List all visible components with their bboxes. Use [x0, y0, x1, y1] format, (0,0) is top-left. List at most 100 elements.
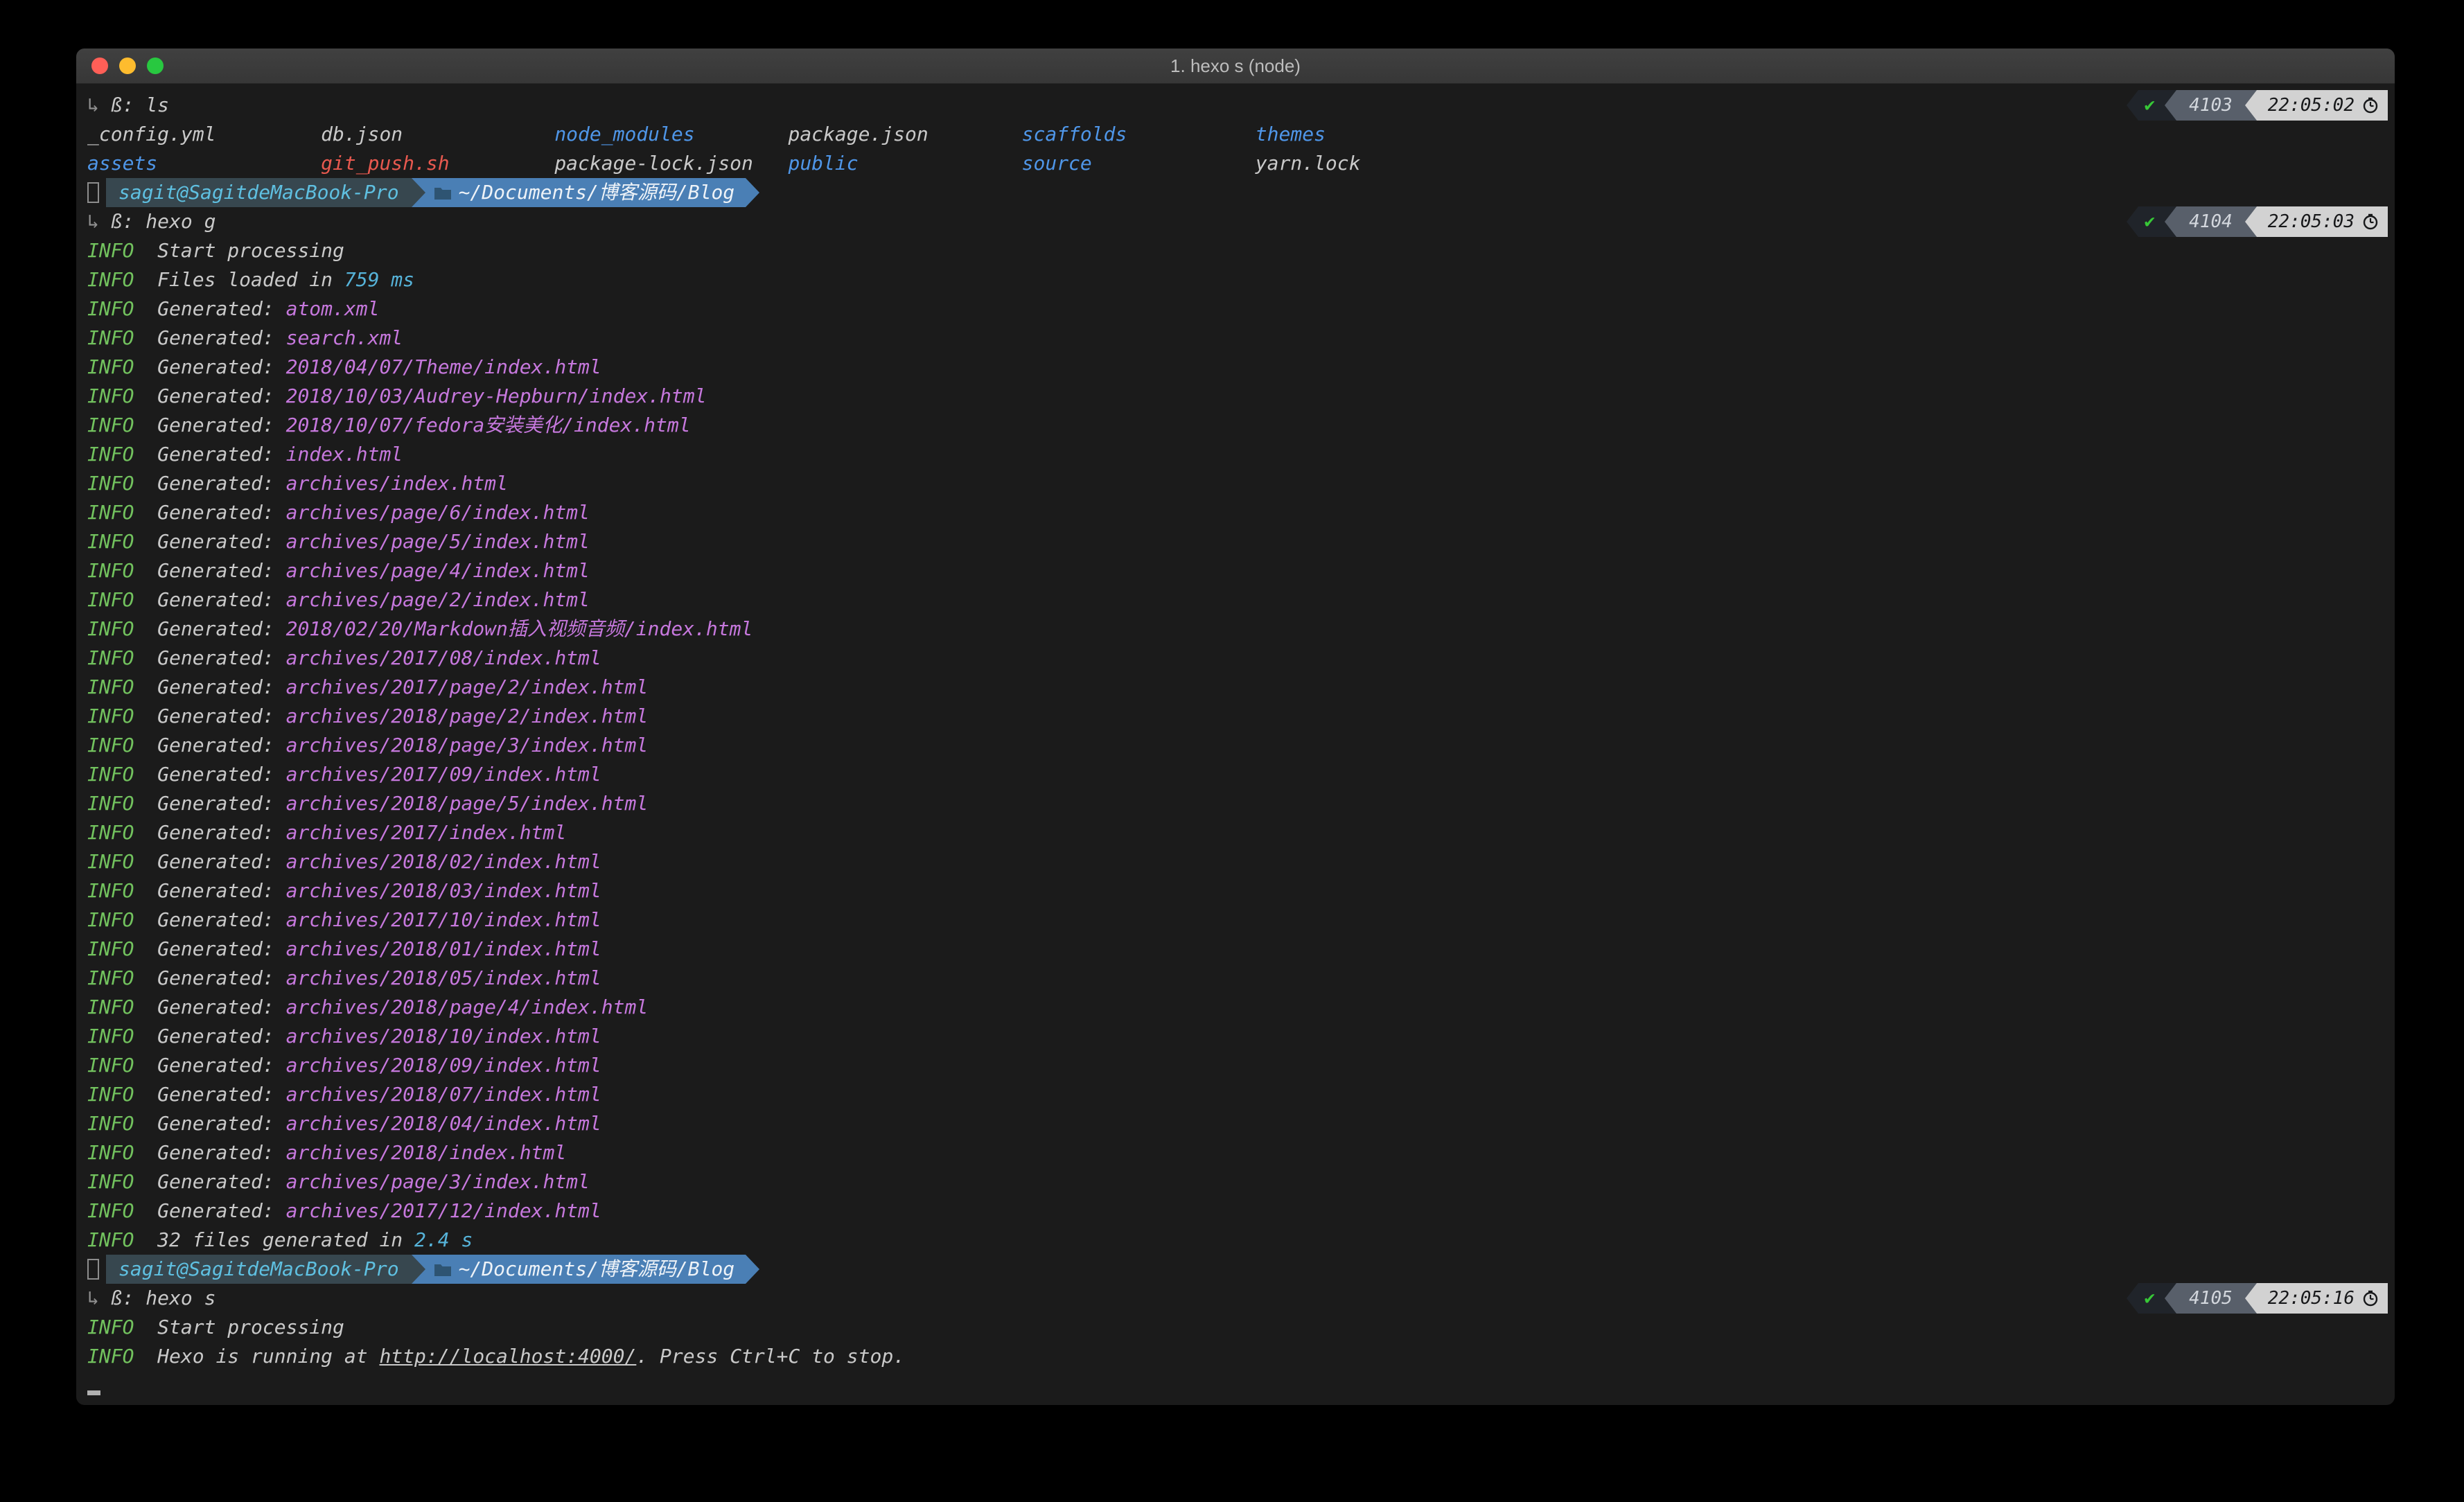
timestamp: 22:05:02 — [2257, 90, 2388, 121]
terminal-text: 2018/10/07/fedora安装美化/index.html — [286, 414, 691, 436]
terminal-text: INFO — [87, 792, 134, 815]
terminal-text: INFO — [87, 734, 134, 757]
terminal-line: INFO Generated: archives/2018/page/5/ind… — [87, 789, 2395, 818]
command-status-badge: ✔410422:05:03 — [2127, 206, 2388, 237]
terminal-text: INFO — [87, 646, 134, 669]
terminal-line: INFO Generated: archives/2017/10/index.h… — [87, 905, 2395, 935]
status-check-segment: ✔ — [2138, 90, 2165, 121]
terminal-text: INFO — [87, 1345, 134, 1368]
terminal-text: . Press Ctrl+C to stop. — [636, 1345, 905, 1368]
terminal-line: INFO Generated: archives/2018/03/index.h… — [87, 876, 2395, 905]
terminal-text: hexo g — [146, 210, 215, 233]
terminal-text: Generated: — [134, 501, 285, 524]
terminal-line: INFO Generated: archives/page/3/index.ht… — [87, 1167, 2395, 1196]
terminal-text: ↳ — [87, 1287, 111, 1309]
terminal-text: Generated: — [134, 1054, 285, 1077]
terminal-line: INFO Hexo is running at http://localhost… — [87, 1342, 2395, 1371]
prompt-user-segment: sagit@SagitdeMacBook-Pro — [106, 178, 412, 207]
terminal-screen[interactable]: ↳ ß: ls✔410322:05:02_config.yml db.json … — [76, 84, 2395, 1400]
status-check-segment: ✔ — [2138, 206, 2165, 237]
terminal-cursor — [87, 1390, 100, 1395]
terminal-text: INFO — [87, 617, 134, 640]
timestamp-text: 22:05:02 — [2268, 91, 2355, 120]
terminal-text: INFO — [87, 908, 134, 931]
terminal-text: INFO — [87, 1316, 134, 1338]
history-number: 4103 — [2176, 90, 2245, 121]
terminal-text: archives/2018/index.html — [286, 1141, 567, 1164]
terminal-text: package.json — [788, 123, 1021, 145]
terminal-text: INFO — [87, 879, 134, 902]
terminal-line: INFO Generated: archives/2018/10/index.h… — [87, 1022, 2395, 1051]
terminal-text: archives/2018/05/index.html — [286, 966, 601, 989]
terminal-text: INFO — [87, 559, 134, 582]
terminal-text: INFO — [87, 1228, 134, 1251]
localhost-link[interactable]: http://localhost:4000/ — [379, 1345, 636, 1368]
terminal-line: INFO Generated: 2018/10/07/fedora安装美化/in… — [87, 411, 2395, 440]
terminal-line: INFO Generated: archives/2017/index.html — [87, 818, 2395, 847]
powerline-arrow-icon — [2127, 1283, 2138, 1314]
terminal-text: Generated: — [134, 1083, 285, 1106]
terminal-text: scaffolds — [1022, 123, 1256, 145]
terminal-text: Generated: — [134, 588, 285, 611]
title-bar[interactable]: 1. hexo s (node) — [76, 48, 2395, 84]
terminal-text: Generated: — [134, 1141, 285, 1164]
terminal-text: archives/2017/10/index.html — [286, 908, 601, 931]
terminal-text: Generated: — [134, 937, 285, 960]
terminal-line: INFO Generated: archives/2017/08/index.h… — [87, 644, 2395, 673]
terminal-text: INFO — [87, 966, 134, 989]
timestamp-text: 22:05:03 — [2268, 207, 2355, 236]
terminal-line: INFO Generated: archives/2018/02/index.h… — [87, 847, 2395, 876]
timestamp: 22:05:03 — [2257, 206, 2388, 237]
terminal-text: INFO — [87, 530, 134, 553]
terminal-text: ß: — [111, 1287, 146, 1309]
terminal-text: INFO — [87, 414, 134, 436]
terminal-line: INFO Generated: archives/page/2/index.ht… — [87, 585, 2395, 615]
terminal-line: INFO Generated: 2018/04/07/Theme/index.h… — [87, 353, 2395, 382]
terminal-text: archives/page/5/index.html — [286, 530, 590, 553]
terminal-text: Generated: — [134, 1025, 285, 1048]
clock-icon — [2361, 96, 2379, 114]
terminal-text: hexo s — [146, 1287, 215, 1309]
terminal-line: INFO Generated: archives/2017/12/index.h… — [87, 1196, 2395, 1226]
terminal-line: INFO Generated: archives/page/6/index.ht… — [87, 498, 2395, 527]
powerline-arrow-icon — [412, 1255, 425, 1284]
terminal-text: Generated: — [134, 355, 285, 378]
terminal-text: Generated: — [134, 734, 285, 757]
terminal-text: Generated: — [134, 705, 285, 727]
powerline-arrow-icon — [2165, 90, 2176, 121]
terminal-text: 2018/02/20/Markdown插入视频音频/index.html — [286, 617, 753, 640]
terminal-line: assets git_push.sh package-lock.json pub… — [87, 149, 2395, 178]
terminal-line: INFO Generated: archives/2018/04/index.h… — [87, 1109, 2395, 1138]
prompt-user-segment: sagit@SagitdeMacBook-Pro — [106, 1255, 412, 1284]
terminal-text: INFO — [87, 355, 134, 378]
terminal-text: 2018/04/07/Theme/index.html — [286, 355, 601, 378]
terminal-line: INFO Files loaded in 759 ms — [87, 265, 2395, 294]
terminal-text: INFO — [87, 501, 134, 524]
terminal-line: INFO Generated: archives/2018/09/index.h… — [87, 1051, 2395, 1080]
terminal-text: public — [788, 152, 1021, 175]
terminal-line: INFO Generated: archives/2017/page/2/ind… — [87, 673, 2395, 702]
terminal-text: Generated: — [134, 443, 285, 466]
powerline-arrow-icon — [746, 178, 759, 207]
terminal-text: INFO — [87, 239, 134, 262]
terminal-text: yarn.lock — [1256, 152, 1361, 175]
terminal-text: 32 files generated in — [134, 1228, 414, 1251]
terminal-text: Generated: — [134, 1112, 285, 1135]
terminal-text: node_modules — [554, 123, 788, 145]
status-check-segment: ✔ — [2138, 1283, 2165, 1314]
terminal-line: ↳ ß: hexo s✔410522:05:16 — [87, 1284, 2395, 1313]
terminal-text: Generated: — [134, 908, 285, 931]
terminal-text: 759 ms — [344, 268, 414, 291]
terminal-text: Generated: — [134, 675, 285, 698]
terminal-text: 2.4 s — [414, 1228, 473, 1251]
terminal-line — [87, 1371, 2395, 1400]
terminal-text: ß: — [111, 210, 146, 233]
powerline-arrow-icon — [2165, 1283, 2176, 1314]
terminal-text: INFO — [87, 763, 134, 786]
terminal-window: 1. hexo s (node) ↳ ß: ls✔410322:05:02_co… — [76, 48, 2395, 1405]
clock-icon — [2361, 1289, 2379, 1307]
terminal-text: archives/2018/03/index.html — [286, 879, 601, 902]
folder-icon — [434, 185, 452, 200]
terminal-text: archives/2018/09/index.html — [286, 1054, 601, 1077]
terminal-text: INFO — [87, 850, 134, 873]
